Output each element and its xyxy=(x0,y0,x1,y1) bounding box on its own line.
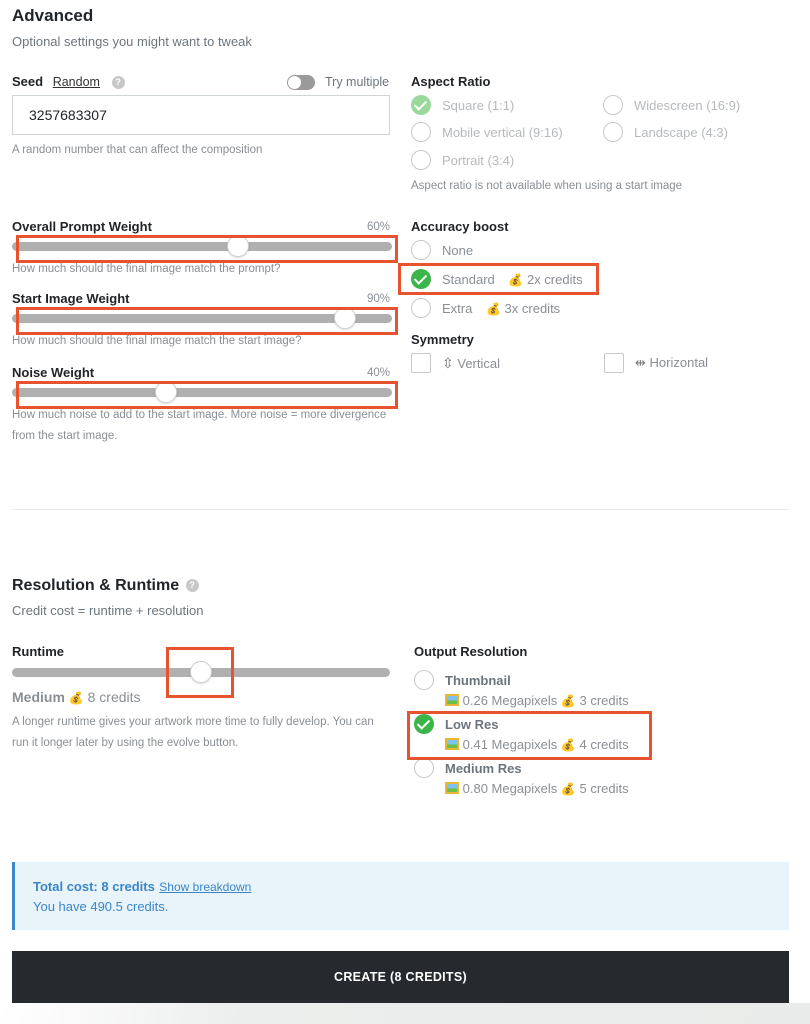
money-bag-icon: 💰 xyxy=(560,782,576,796)
accuracy-boost-label: Accuracy boost xyxy=(411,219,509,234)
noise-weight-value: 40% xyxy=(366,367,390,379)
accuracy-option-name: Extra xyxy=(442,301,473,316)
radio-checked-icon[interactable] xyxy=(411,95,431,115)
random-seed-link[interactable]: Random xyxy=(53,75,100,89)
symmetry-option-text: Horizontal xyxy=(649,355,709,370)
show-breakdown-link[interactable]: Show breakdown xyxy=(159,880,251,894)
runtime-value: Medium 💰 8 credits xyxy=(12,689,141,705)
resolution-runtime-title: Resolution & Runtime ? xyxy=(12,577,199,595)
overall-prompt-weight-label: Overall Prompt Weight xyxy=(12,219,152,234)
accuracy-option-label: Standard 💰 2x credits xyxy=(442,272,583,287)
accuracy-option-label: None xyxy=(442,243,474,258)
resolution-megapixels: 0.26 Megapixels xyxy=(462,693,558,708)
money-bag-icon: 💰 xyxy=(508,273,524,287)
credit-balance: You have 490.5 credits. xyxy=(33,899,169,914)
runtime-help: A longer runtime gives your artwork more… xyxy=(12,716,374,749)
resolution-option-title: Thumbnail xyxy=(445,673,511,688)
try-multiple-toggle[interactable] xyxy=(287,75,315,90)
vertical-checkbox[interactable] xyxy=(411,353,431,373)
seed-input[interactable]: 3257683307 xyxy=(12,95,390,135)
accuracy-option-cost: 3x credits xyxy=(504,301,561,316)
advanced-subtitle: Optional settings you might want to twea… xyxy=(12,34,252,49)
symmetry-option-text: Vertical xyxy=(457,356,500,371)
vertical-symmetry-icon: ⇳ xyxy=(442,355,454,371)
money-bag-icon: 💰 xyxy=(68,691,84,705)
aspect-ratio-label: Aspect Ratio xyxy=(411,74,491,89)
horizontal-checkbox[interactable] xyxy=(604,353,624,373)
radio-icon[interactable] xyxy=(414,670,434,690)
overall-prompt-weight-help: How much should the final image match th… xyxy=(12,263,281,275)
accuracy-option-label: Extra 💰 3x credits xyxy=(442,301,560,316)
aspect-option-label: Widescreen (16:9) xyxy=(634,98,741,113)
seed-help: A random number that can affect the comp… xyxy=(12,144,263,156)
section-divider xyxy=(12,509,789,510)
radio-icon[interactable] xyxy=(603,122,623,142)
aspect-option-label: Portrait (3:4) xyxy=(442,153,515,168)
highlight-box xyxy=(166,647,234,698)
symmetry-label: Symmetry xyxy=(411,332,474,347)
seed-label-text: Seed xyxy=(12,74,44,89)
resolution-option-info: 0.26 Megapixels 💰 3 credits xyxy=(445,693,629,708)
total-cost: Total cost: 8 credits xyxy=(33,879,155,894)
money-bag-icon: 💰 xyxy=(485,302,501,316)
question-circle-icon[interactable]: ? xyxy=(185,579,199,593)
aspect-option-label: Landscape (4:3) xyxy=(634,125,728,140)
resolution-runtime-title-text: Resolution & Runtime xyxy=(12,577,180,594)
page-bottom-shade xyxy=(0,1003,810,1024)
radio-icon[interactable] xyxy=(411,240,431,260)
highlight-box xyxy=(407,711,652,760)
overall-prompt-weight-value: 60% xyxy=(366,221,390,233)
radio-icon[interactable] xyxy=(414,758,434,778)
total-cost-row: Total cost: 8 credits Show breakdown xyxy=(33,878,251,896)
resolution-runtime-subtitle: Credit cost = runtime + resolution xyxy=(12,603,204,618)
resolution-cost: 5 credits xyxy=(579,781,629,796)
toggle-knob xyxy=(288,76,301,89)
accuracy-option-cost: 2x credits xyxy=(526,272,583,287)
resolution-option-title: Medium Res xyxy=(445,761,522,776)
create-button[interactable]: CREATE (8 CREDITS) xyxy=(12,951,789,1003)
resolution-option-info: 0.80 Megapixels 💰 5 credits xyxy=(445,781,629,796)
runtime-cost: 8 credits xyxy=(87,689,141,705)
start-image-weight-label: Start Image Weight xyxy=(12,291,130,306)
picture-icon xyxy=(445,782,459,794)
radio-icon[interactable] xyxy=(411,122,431,142)
noise-weight-label: Noise Weight xyxy=(12,365,95,380)
aspect-option-label: Square (1:1) xyxy=(442,98,515,113)
output-resolution-label: Output Resolution xyxy=(414,644,528,659)
try-multiple-label: Try multiple xyxy=(325,75,390,89)
radio-icon[interactable] xyxy=(603,95,623,115)
start-image-weight-value: 90% xyxy=(366,293,390,305)
picture-icon xyxy=(445,694,459,706)
runtime-label: Runtime xyxy=(12,644,64,659)
radio-checked-icon[interactable] xyxy=(411,269,431,289)
radio-icon[interactable] xyxy=(411,150,431,170)
radio-icon[interactable] xyxy=(411,298,431,318)
cost-summary: Total cost: 8 credits Show breakdown You… xyxy=(12,862,789,930)
aspect-option-label: Mobile vertical (9:16) xyxy=(442,125,563,140)
runtime-level: Medium xyxy=(12,689,65,705)
horizontal-symmetry-icon: ⇹ xyxy=(635,355,646,370)
noise-weight-help: How much noise to add to the start image… xyxy=(12,409,387,442)
question-circle-icon[interactable]: ? xyxy=(111,76,125,90)
resolution-cost: 3 credits xyxy=(579,693,629,708)
start-image-weight-help: How much should the final image match th… xyxy=(12,335,302,347)
seed-label: Seed Random ? xyxy=(12,74,125,90)
symmetry-option-label: ⇳ Vertical xyxy=(442,355,500,372)
money-bag-icon: 💰 xyxy=(560,694,576,708)
accuracy-option-name: Standard xyxy=(442,272,495,287)
resolution-megapixels: 0.80 Megapixels xyxy=(462,781,558,796)
symmetry-option-label: ⇹ Horizontal xyxy=(635,355,708,371)
advanced-title: Advanced xyxy=(12,6,94,25)
aspect-ratio-note: Aspect ratio is not available when using… xyxy=(411,180,683,192)
